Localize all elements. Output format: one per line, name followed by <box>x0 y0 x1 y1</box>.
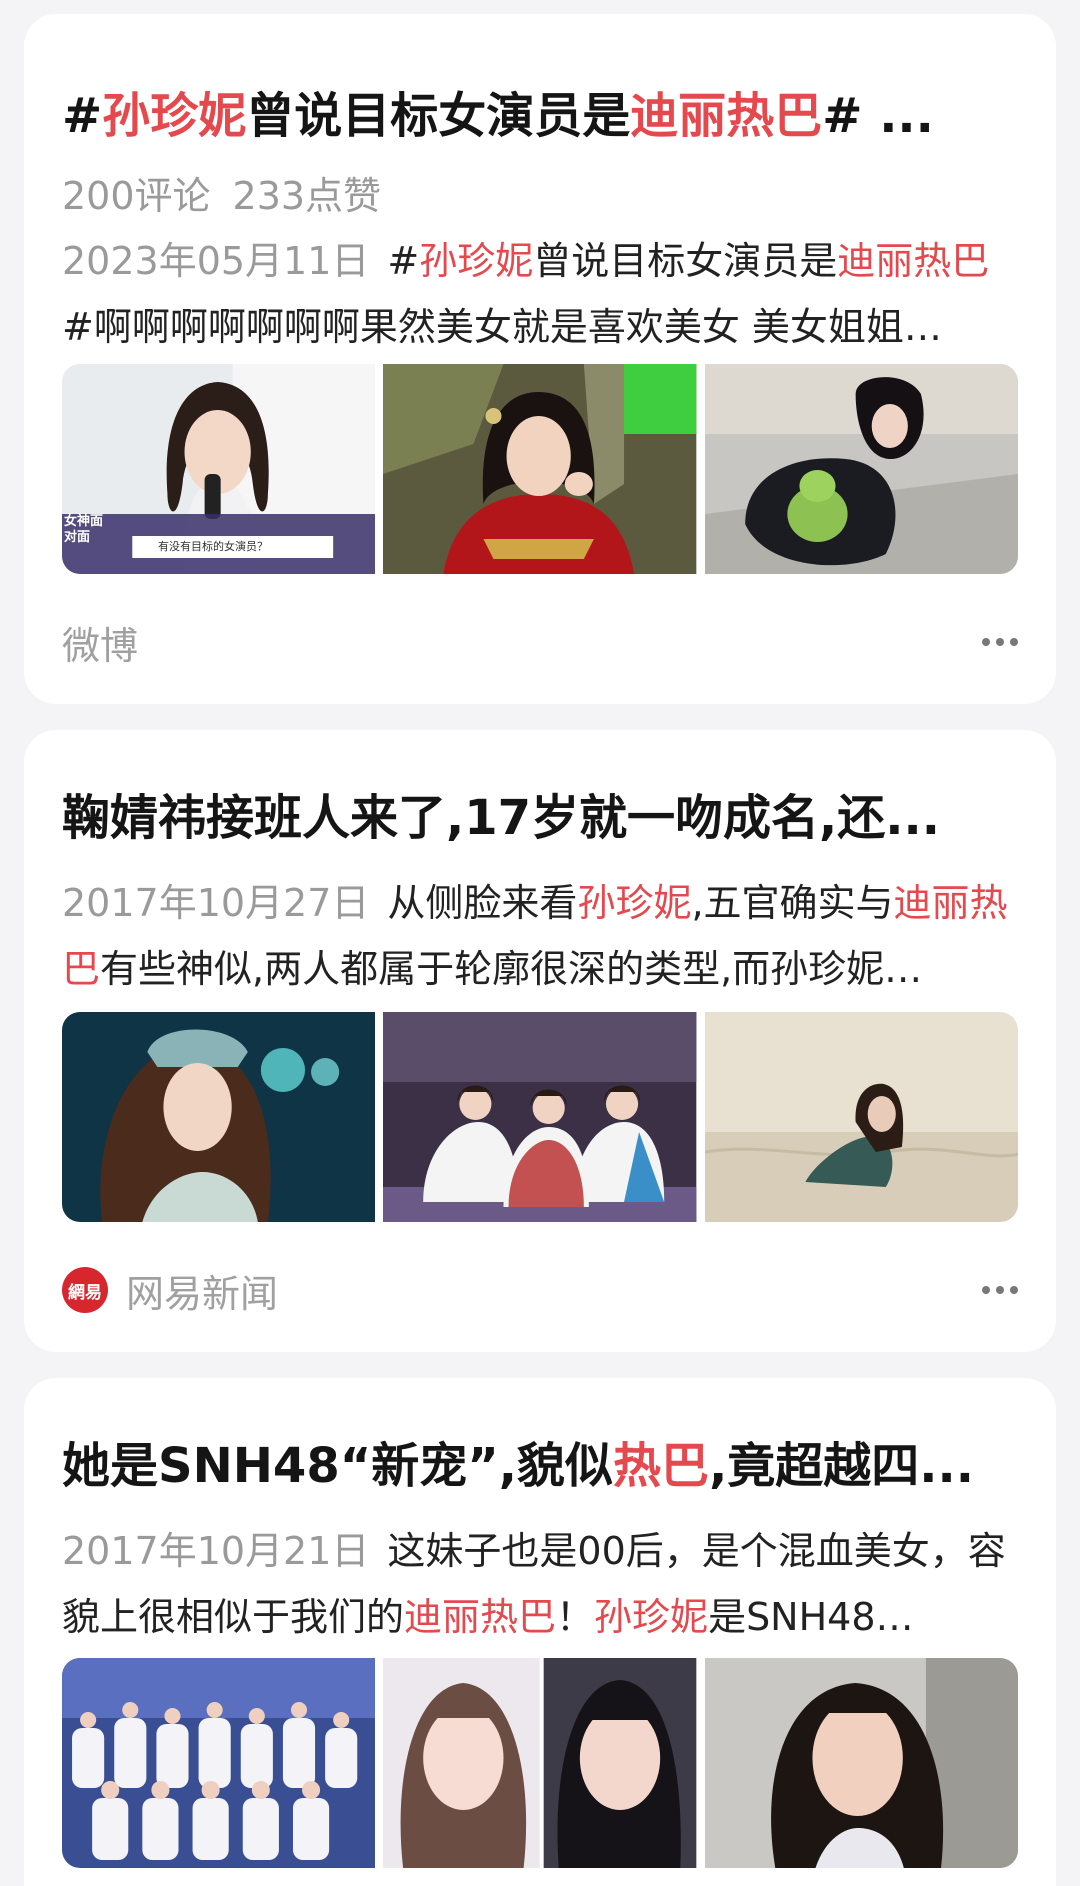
publish-date: 2023年05月11日 <box>62 239 370 283</box>
thumbnail-strip: 有没有目标的女演员？ 女神面对面 <box>62 364 1018 574</box>
thumbnail-strip <box>62 1012 1018 1222</box>
thumbnail-water[interactable] <box>704 1012 1018 1222</box>
source-name[interactable]: 網易 网易新闻 <box>62 1263 278 1318</box>
thumbnail-strip <box>62 1658 1018 1868</box>
source-label: 微博 <box>62 623 139 668</box>
title-text: ,竟超越四... <box>709 1438 975 1494</box>
card-footer: 網易 网易新闻 <box>62 1260 1018 1320</box>
title-highlight: 迪丽热巴 <box>630 88 823 144</box>
netease-logo-icon: 網易 <box>62 1267 108 1313</box>
snippet-highlight: 孙珍妮 <box>594 1595 709 1639</box>
thumbnail-group-stage[interactable] <box>62 1658 376 1868</box>
card-snippet: 2017年10月27日 从侧脸来看孙珍妮,五官确实与迪丽热巴有些神似,两人都属于轮… <box>62 870 1018 1002</box>
snippet-text: # <box>387 239 420 283</box>
thumbnail-costume[interactable] <box>383 364 697 574</box>
publish-date: 2017年10月21日 <box>62 1529 370 1573</box>
title-highlight: 热巴 <box>613 1438 710 1494</box>
card-snippet: 2017年10月21日 这妹子也是00后，是个混血美女，容貌上很相似于我们的迪丽热… <box>62 1518 1018 1650</box>
thumbnail-portrait[interactable] <box>704 1658 1018 1868</box>
snippet-text: ！ <box>556 1595 595 1639</box>
snippet-highlight: 迪丽热巴 <box>837 239 990 283</box>
snippet-text: 是SNH48… <box>708 1595 914 1639</box>
thumbnail-selfie-pair[interactable] <box>383 1658 697 1868</box>
snippet-highlight: 孙珍妮 <box>577 881 692 925</box>
source-label: 网易新闻 <box>126 1271 279 1316</box>
snippet-highlight: 迪丽热巴 <box>404 1595 557 1639</box>
snippet-text: #啊啊啊啊啊啊啊果然美女就是喜欢美女 美女姐姐… <box>62 305 942 349</box>
title-highlight: 孙珍妮 <box>102 88 247 144</box>
snippet-text: 曾说目标女演员是 <box>533 239 838 283</box>
title-text: # <box>62 88 103 144</box>
snippet-text: 从侧脸来看 <box>387 881 578 925</box>
snippet-text: ,五官确实与 <box>691 881 894 925</box>
card-title[interactable]: 她是SNH48“新宠”,貌似热巴,竟超越四... <box>62 1436 1018 1496</box>
snippet-highlight: 孙珍妮 <box>419 239 534 283</box>
more-dots-icon[interactable] <box>972 1276 1018 1304</box>
source-name[interactable]: 微博 <box>62 615 138 670</box>
title-text: 她是SNH48“新宠”,貌似 <box>62 1438 614 1494</box>
snippet-text: 有些神似,两人都属于轮廓很深的类型,而孙珍妮… <box>100 947 923 991</box>
thumbnail-stage-portrait[interactable] <box>62 1012 376 1222</box>
thumbnail-sofa[interactable] <box>704 364 1018 574</box>
thumbnail-caption: 有没有目标的女演员？ <box>158 540 268 553</box>
title-text: # ... <box>822 88 934 144</box>
thumbnail-badge: 女神面对面 <box>64 514 104 545</box>
more-dots-icon[interactable] <box>972 628 1018 656</box>
card-footer: 微博 <box>62 612 1018 672</box>
thumbnail-interview[interactable]: 有没有目标的女演员？ 女神面对面 <box>62 364 376 574</box>
engagement-stats: 200评论 233点赞 <box>62 172 381 220</box>
like-count: 233点赞 <box>232 174 382 218</box>
card-title[interactable]: 鞠婧祎接班人来了,17岁就一吻成名,还... <box>62 788 1018 848</box>
result-card-1[interactable]: #孙珍妮曾说目标女演员是迪丽热巴# ... 200评论 233点赞 2023年05… <box>24 14 1056 704</box>
publish-date: 2017年10月27日 <box>62 881 370 925</box>
title-text: 曾说目标女演员是 <box>246 88 631 144</box>
thumbnail-performance[interactable] <box>383 1012 697 1222</box>
result-card-3[interactable]: 她是SNH48“新宠”,貌似热巴,竟超越四... 2017年10月21日 这妹子也… <box>24 1378 1056 1886</box>
card-title[interactable]: #孙珍妮曾说目标女演员是迪丽热巴# ... <box>62 86 1018 146</box>
result-card-2[interactable]: 鞠婧祎接班人来了,17岁就一吻成名,还... 2017年10月27日 从侧脸来看孙… <box>24 730 1056 1352</box>
card-snippet: 2023年05月11日 #孙珍妮曾说目标女演员是迪丽热巴 #啊啊啊啊啊啊啊果然美女就… <box>62 228 1018 360</box>
comment-count: 200评论 <box>62 174 211 218</box>
search-result-feed: #孙珍妮曾说目标女演员是迪丽热巴# ... 200评论 233点赞 2023年05… <box>0 0 1080 1886</box>
